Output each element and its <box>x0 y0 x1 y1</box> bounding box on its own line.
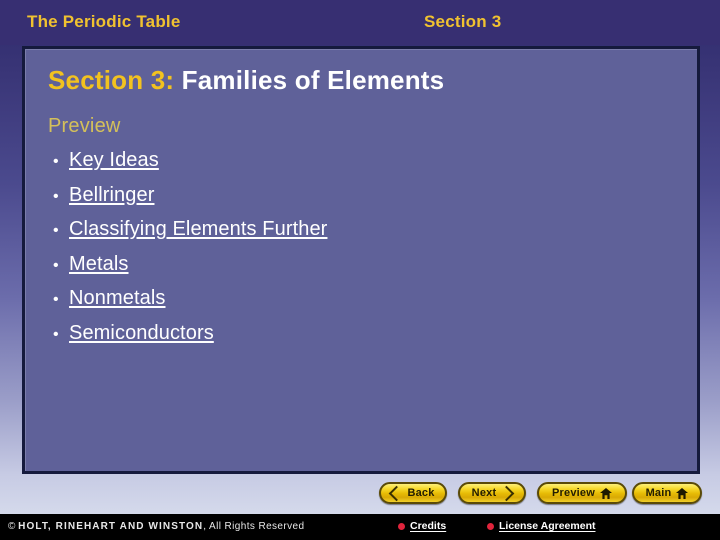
copyright-rights: , All Rights Reserved <box>203 521 305 532</box>
next-button-label: Next <box>471 487 497 499</box>
slide-title: Section 3: Families of Elements <box>48 65 444 96</box>
slide-title-accent: Section 3: <box>48 65 175 95</box>
copyright-company: HOLT, RINEHART AND WINSTON <box>18 521 204 532</box>
list-item[interactable]: • Semiconductors <box>47 322 327 357</box>
footer-bar: © HOLT, RINEHART AND WINSTON, All Rights… <box>0 514 720 540</box>
list-item[interactable]: • Metals <box>47 253 327 288</box>
bullet-icon: • <box>53 291 59 308</box>
back-button[interactable]: Back <box>379 482 447 504</box>
preview-link-nonmetals[interactable]: Nonmetals <box>69 287 166 310</box>
navigation-bar: Back Next Preview Main <box>0 482 720 508</box>
bullet-icon: • <box>53 153 59 170</box>
content-panel: Section 3: Families of Elements Preview … <box>22 46 700 474</box>
preview-heading: Preview <box>48 115 121 137</box>
preview-button[interactable]: Preview <box>537 482 627 504</box>
bullet-icon: • <box>53 256 59 274</box>
copyright-notice: © HOLT, RINEHART AND WINSTON, All Rights… <box>8 521 304 532</box>
home-icon <box>676 487 689 499</box>
bullet-icon: • <box>53 325 59 343</box>
preview-link-metals[interactable]: Metals <box>69 253 129 276</box>
main-button[interactable]: Main <box>632 482 702 504</box>
credits-link[interactable]: Credits <box>398 520 446 532</box>
list-item[interactable]: • Bellringer <box>47 184 327 219</box>
preview-button-label: Preview <box>552 487 595 499</box>
header-chapter-title: The Periodic Table <box>27 12 181 31</box>
slide-title-main: Families of Elements <box>174 65 445 95</box>
preview-link-bellringer[interactable]: Bellringer <box>69 184 154 207</box>
red-dot-icon <box>487 522 494 530</box>
credits-link-label: Credits <box>410 520 447 532</box>
chevron-left-icon <box>389 485 405 501</box>
chevron-right-icon <box>499 485 515 501</box>
slide-canvas: The Periodic Table Section 3 Section 3: … <box>0 0 720 540</box>
bullet-icon: • <box>53 222 59 239</box>
preview-link-classifying-elements-further[interactable]: Classifying Elements Further <box>69 218 327 241</box>
preview-link-key-ideas[interactable]: Key Ideas <box>69 149 159 172</box>
license-agreement-link[interactable]: License Agreement <box>487 520 595 532</box>
preview-link-semiconductors[interactable]: Semiconductors <box>69 322 214 345</box>
list-item[interactable]: • Key Ideas <box>47 149 327 184</box>
header-section-label: Section 3 <box>424 12 502 31</box>
home-icon <box>599 487 612 499</box>
red-dot-icon <box>398 522 405 530</box>
bullet-icon: • <box>53 187 59 205</box>
preview-link-list: • Key Ideas • Bellringer • Classifying E… <box>47 149 327 356</box>
list-item[interactable]: • Nonmetals <box>47 287 327 322</box>
copyright-symbol: © <box>8 521 19 532</box>
next-button[interactable]: Next <box>458 482 526 504</box>
back-button-label: Back <box>407 487 435 499</box>
list-item[interactable]: • Classifying Elements Further <box>47 218 327 253</box>
license-agreement-link-label: License Agreement <box>499 520 596 532</box>
header-bar: The Periodic Table Section 3 <box>0 0 720 45</box>
main-button-label: Main <box>645 487 672 499</box>
